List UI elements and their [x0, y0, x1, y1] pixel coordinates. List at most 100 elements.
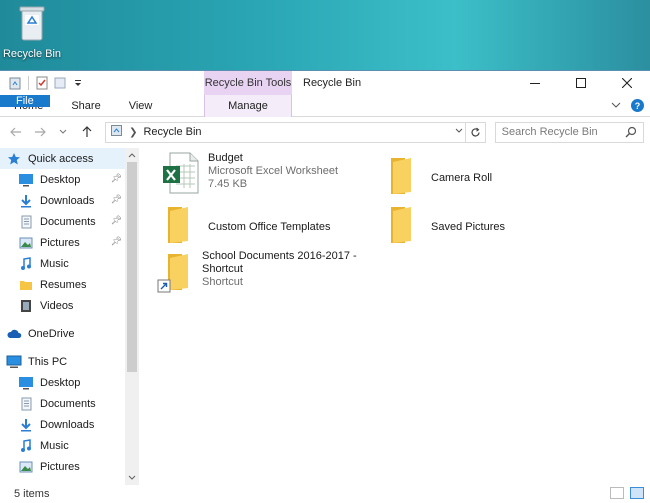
folder-shortcut-icon: [156, 250, 202, 296]
folder-icon: [385, 156, 425, 200]
nav-label: Pictures: [40, 236, 80, 249]
file-name-line2: Shortcut: [202, 263, 243, 275]
breadcrumb[interactable]: Recycle Bin: [143, 126, 201, 138]
search-input[interactable]: [501, 126, 622, 138]
nav-label: Music: [40, 439, 69, 452]
nav-item-resumes[interactable]: Resumes: [0, 274, 125, 295]
location-icon: [110, 124, 123, 140]
nav-scrollbar[interactable]: [125, 148, 139, 485]
pin-icon[interactable]: 📌︎: [111, 236, 122, 247]
breadcrumb-separator-icon[interactable]: ❯: [129, 127, 137, 138]
pictures-icon: [18, 459, 34, 475]
file-item-camera-roll[interactable]: Camera Roll: [385, 156, 492, 200]
tab-share[interactable]: Share: [57, 95, 114, 116]
computer-icon: [6, 354, 22, 370]
qat-divider: [28, 76, 29, 90]
address-dropdown-icon[interactable]: [455, 126, 463, 136]
nav-label: Documents: [40, 397, 96, 410]
documents-icon: [18, 214, 34, 230]
cloud-icon: [6, 326, 22, 342]
pin-icon[interactable]: 📌︎: [111, 194, 122, 205]
recycle-bin-small-icon[interactable]: [6, 74, 24, 92]
properties-icon[interactable]: [33, 74, 51, 92]
content-area: Quick access Desktop 📌︎ Downloads 📌︎ Doc…: [0, 148, 650, 485]
nav-item-music[interactable]: Music: [0, 253, 125, 274]
status-bar: 5 items: [0, 484, 650, 503]
expand-ribbon-icon[interactable]: [611, 100, 621, 112]
tiles-view-icon[interactable]: [630, 487, 644, 499]
file-type: Shortcut: [202, 276, 243, 288]
ribbon-right-controls: ?: [611, 99, 644, 112]
nav-label: Desktop: [40, 376, 81, 389]
explorer-window: Recycle Bin Tools Recycle Bin File Home …: [0, 70, 650, 503]
folder-icon: [385, 205, 425, 249]
tab-manage[interactable]: Manage: [204, 95, 292, 117]
star-icon: [6, 151, 22, 167]
search-icon[interactable]: [625, 126, 637, 141]
desktop-icon: [18, 172, 34, 188]
file-item-school-documents-shortcut[interactable]: School Documents 2016-2017 - Shortcut Sh…: [156, 250, 357, 296]
desktop-icon: [18, 375, 34, 391]
nav-pc-desktop[interactable]: Desktop: [0, 372, 125, 393]
folder-icon: [162, 205, 202, 249]
search-box[interactable]: [494, 121, 644, 143]
back-arrow-icon[interactable]: [6, 122, 26, 142]
details-view-icon[interactable]: [610, 487, 624, 499]
file-type: Microsoft Excel Worksheet: [208, 165, 339, 177]
nav-this-pc[interactable]: This PC: [0, 351, 125, 372]
help-icon[interactable]: ?: [631, 99, 644, 112]
pin-icon[interactable]: 📌︎: [111, 173, 122, 184]
nav-label: This PC: [28, 355, 68, 368]
nav-pc-downloads[interactable]: Downloads: [0, 414, 125, 435]
nav-item-downloads[interactable]: Downloads 📌︎: [0, 190, 125, 211]
nav-onedrive[interactable]: OneDrive: [0, 323, 125, 344]
maximize-button[interactable]: [558, 71, 604, 95]
pin-icon[interactable]: 📌︎: [111, 215, 122, 226]
folder-icon: [18, 277, 34, 293]
nav-label: Desktop: [40, 173, 81, 186]
file-item-custom-office-templates[interactable]: Custom Office Templates: [162, 205, 330, 249]
tab-view[interactable]: View: [115, 95, 167, 116]
recent-locations-icon[interactable]: [54, 122, 74, 142]
downloads-icon: [18, 193, 34, 209]
up-arrow-icon[interactable]: [77, 122, 97, 142]
window-controls: [512, 71, 650, 95]
excel-icon: [162, 152, 202, 196]
file-name: Budget: [208, 152, 243, 164]
refresh-icon[interactable]: [464, 122, 485, 142]
nav-item-videos[interactable]: Videos: [0, 295, 125, 316]
videos-icon: [18, 298, 34, 314]
ribbon-tabs: File Home Share View Manage ?: [0, 95, 650, 117]
file-item-budget[interactable]: Budget Microsoft Excel Worksheet 7.45 KB: [162, 152, 338, 196]
window-title: Recycle Bin: [303, 77, 362, 89]
tab-file[interactable]: File: [0, 95, 50, 107]
file-name: Saved Pictures: [431, 220, 505, 233]
recycle-bin-icon: [16, 4, 48, 42]
file-item-saved-pictures[interactable]: Saved Pictures: [385, 205, 505, 249]
nav-label: Resumes: [40, 278, 87, 291]
nav-item-pictures[interactable]: Pictures 📌︎: [0, 232, 125, 253]
scrollbar-thumb[interactable]: [127, 162, 137, 372]
minimize-button[interactable]: [512, 71, 558, 95]
nav-item-desktop[interactable]: Desktop 📌︎: [0, 169, 125, 190]
file-name: School Documents 2016-2017 -: [202, 250, 357, 262]
navigation-pane: Quick access Desktop 📌︎ Downloads 📌︎ Doc…: [0, 148, 140, 485]
forward-arrow-icon[interactable]: [30, 122, 50, 142]
scroll-down-icon[interactable]: [125, 471, 139, 485]
nav-item-documents[interactable]: Documents 📌︎: [0, 211, 125, 232]
desktop-recycle-bin[interactable]: Recycle Bin: [2, 2, 62, 66]
item-count: 5 items: [14, 487, 50, 500]
nav-label: OneDrive: [28, 327, 75, 340]
scroll-up-icon[interactable]: [125, 148, 139, 162]
nav-label: Quick access: [28, 152, 94, 165]
address-bar[interactable]: ❯ Recycle Bin: [105, 121, 486, 143]
nav-pc-music[interactable]: Music: [0, 435, 125, 456]
nav-quick-access[interactable]: Quick access: [0, 148, 125, 169]
nav-pc-pictures[interactable]: Pictures: [0, 456, 125, 477]
close-button[interactable]: [604, 71, 650, 95]
file-name: Custom Office Templates: [208, 220, 331, 233]
nav-pc-documents[interactable]: Documents: [0, 393, 125, 414]
qat-dropdown-icon[interactable]: [69, 74, 87, 92]
new-folder-icon[interactable]: [51, 74, 69, 92]
documents-icon: [18, 396, 34, 412]
